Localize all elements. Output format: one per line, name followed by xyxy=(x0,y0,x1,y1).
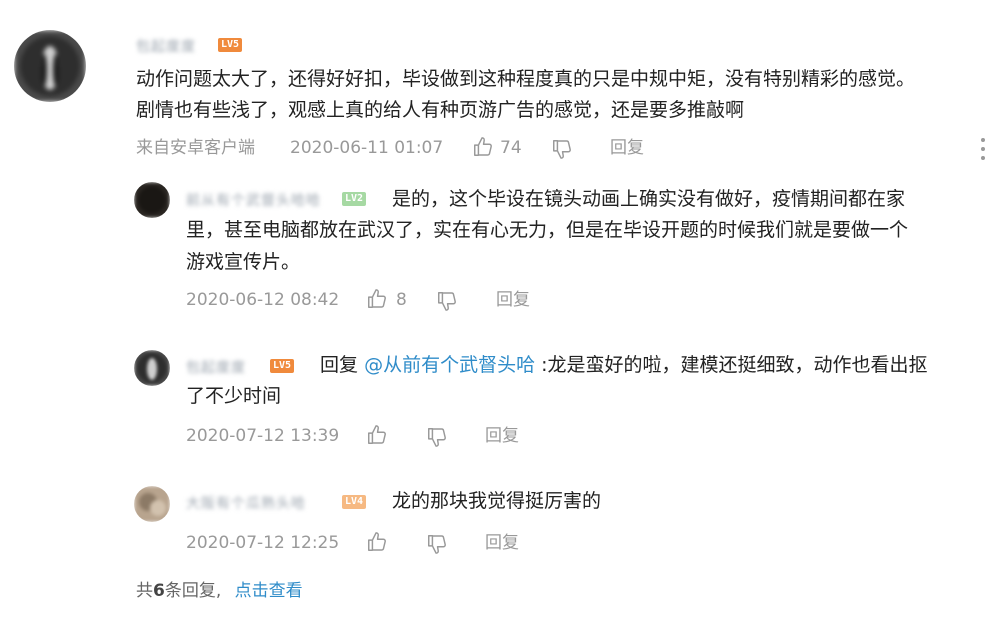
username[interactable]: 大阪有个瓜熟头哈 xyxy=(186,493,306,513)
reply-time: 2020-07-12 13:39 xyxy=(186,426,340,446)
comment-source: 来自安卓客户端 xyxy=(136,138,255,158)
total-replies: 共6条回复, 点击查看 xyxy=(136,581,303,601)
thumbs-down-icon[interactable] xyxy=(436,290,458,312)
reply-text: 回复 @从前有个武督头哈 :龙是蛮好的啦，建模还挺细致，动作也看出抠 xyxy=(320,350,928,381)
total-prefix: 共 xyxy=(136,581,153,601)
comment-time: 2020-06-11 01:07 xyxy=(290,138,444,158)
thumbs-down-icon[interactable] xyxy=(426,533,448,555)
username[interactable]: 包起度度 xyxy=(186,357,246,377)
avatar[interactable] xyxy=(14,30,86,102)
reply-text: 里，甚至电脑都放在武汉了，实在有心无力，但是在毕设开题的时候我们就是要做一个 xyxy=(186,219,909,241)
total-count: 6 xyxy=(153,581,165,601)
reply-button[interactable]: 回复 xyxy=(485,426,519,446)
avatar[interactable] xyxy=(134,486,170,522)
thumbs-down-icon[interactable] xyxy=(551,138,573,160)
reply-body: :龙是蛮好的啦，建模还挺细致，动作也看出抠 xyxy=(541,354,928,376)
comment-text: 剧情也有些浅了，观感上真的给人有种页游广告的感觉，还是要多推敲啊 xyxy=(136,99,745,121)
level-badge: LV5 xyxy=(270,359,295,373)
thumbs-up-icon[interactable] xyxy=(366,531,388,553)
thumbs-down-icon[interactable] xyxy=(426,426,448,448)
thumbs-up-icon[interactable] xyxy=(472,136,494,158)
reply-text: 龙的那块我觉得挺厉害的 xyxy=(392,490,602,512)
thumbs-up-icon[interactable] xyxy=(366,424,388,446)
more-vertical-icon[interactable] xyxy=(980,138,986,162)
reply-button[interactable]: 回复 xyxy=(610,138,644,158)
mention-link[interactable]: @从前有个武督头哈 xyxy=(364,354,535,376)
reply-text: 了不少时间 xyxy=(186,385,282,407)
username[interactable]: 前从有个武督头哈哈 xyxy=(186,190,321,210)
like-count: 8 xyxy=(396,290,407,310)
avatar[interactable] xyxy=(134,350,170,386)
reply-text: 是的，这个毕设在镜头动画上确实没有做好，疫情期间都在家 xyxy=(392,188,906,210)
username[interactable]: 包起度度 xyxy=(136,36,196,56)
reply-text: 游戏宣传片。 xyxy=(186,251,301,273)
reply-time: 2020-06-12 08:42 xyxy=(186,290,340,310)
level-badge: LV2 xyxy=(342,192,367,206)
reply-time: 2020-07-12 12:25 xyxy=(186,533,340,553)
reply-prefix: 回复 xyxy=(320,354,359,376)
reply-button[interactable]: 回复 xyxy=(485,533,519,553)
comment-text: 动作问题太大了，还得好好扣，毕设做到这种程度真的只是中规中矩，没有特别精彩的感觉… xyxy=(136,68,916,90)
level-badge: LV4 xyxy=(342,495,367,509)
thumbs-up-icon[interactable] xyxy=(366,288,388,310)
reply-button[interactable]: 回复 xyxy=(496,290,530,310)
avatar[interactable] xyxy=(134,182,170,218)
level-badge: LV5 xyxy=(218,38,243,52)
view-replies-link[interactable]: 点击查看 xyxy=(235,581,303,601)
total-suffix: 条回复, xyxy=(164,581,222,601)
like-count: 74 xyxy=(500,138,522,158)
